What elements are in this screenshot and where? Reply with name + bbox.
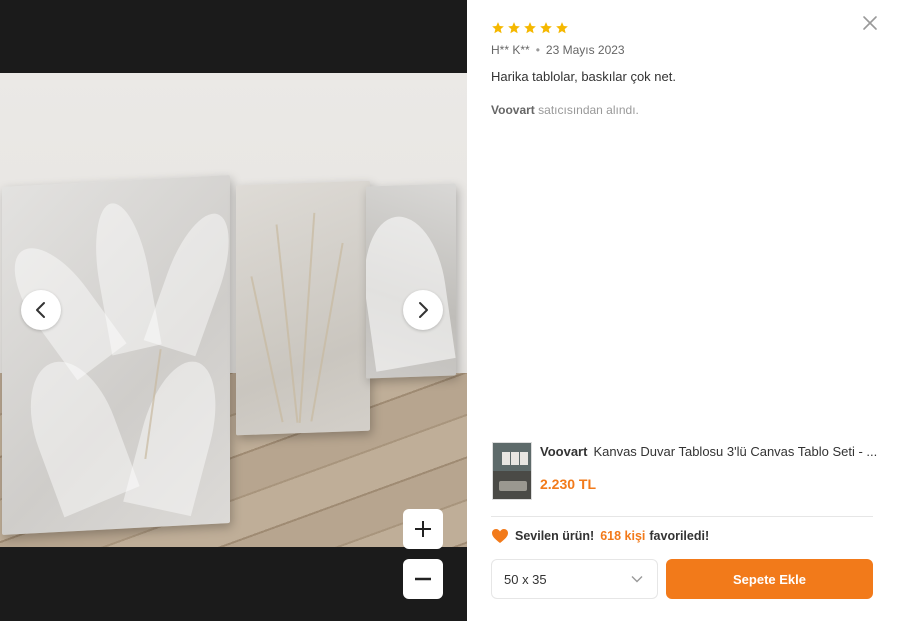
- plus-icon: [415, 521, 431, 537]
- next-image-button[interactable]: [403, 290, 443, 330]
- heart-icon: [492, 529, 508, 543]
- seller-info: Voovart satıcısından alındı.: [491, 103, 639, 117]
- favorite-suffix: favoriledi!: [649, 529, 710, 543]
- previous-image-button[interactable]: [21, 290, 61, 330]
- review-panel: H** K** • 23 Mayıs 2023 Harika tablolar, b…: [467, 0, 897, 621]
- product-thumbnail[interactable]: [492, 442, 532, 500]
- seller-suffix: satıcısından alındı.: [538, 103, 639, 117]
- product-price: 2.230 TL: [540, 476, 597, 492]
- divider: [491, 516, 873, 517]
- chevron-down-icon: [631, 576, 643, 583]
- product-brand: Voovart: [540, 444, 588, 459]
- review-photo: [0, 73, 467, 547]
- review-media-modal: H** K** • 23 Mayıs 2023 Harika tablolar, b…: [0, 0, 897, 621]
- add-to-cart-button[interactable]: Sepete Ekle: [666, 559, 873, 599]
- image-viewer: [0, 0, 467, 621]
- size-select-value: 50 x 35: [504, 571, 547, 587]
- favorite-count: 618 kişi: [600, 529, 646, 543]
- product-card[interactable]: Voovart Kanvas Duvar Tablosu 3'lü Canvas …: [491, 441, 879, 501]
- favorite-info: Sevilen ürün! 618 kişi favoriledi!: [491, 528, 709, 544]
- seller-name: Voovart: [491, 103, 535, 117]
- star-rating: [491, 21, 569, 35]
- zoom-in-button[interactable]: [403, 509, 443, 549]
- star-icon: [508, 22, 520, 34]
- review-comment: Harika tablolar, baskılar çok net.: [491, 69, 676, 84]
- chevron-left-icon: [36, 302, 45, 318]
- favorite-prefix: Sevilen ürün!: [515, 529, 595, 543]
- star-icon: [492, 22, 504, 34]
- star-icon: [524, 22, 536, 34]
- zoom-out-button[interactable]: [403, 559, 443, 599]
- review-meta: H** K** • 23 Mayıs 2023: [491, 43, 625, 57]
- star-icon: [540, 22, 552, 34]
- product-title[interactable]: Voovart Kanvas Duvar Tablosu 3'lü Canvas …: [540, 444, 880, 459]
- size-select[interactable]: 50 x 35: [491, 559, 658, 599]
- close-icon[interactable]: [861, 14, 879, 32]
- product-name: Kanvas Duvar Tablosu 3'lü Canvas Tablo S…: [593, 444, 878, 459]
- star-icon: [556, 22, 568, 34]
- review-date: 23 Mayıs 2023: [545, 43, 625, 57]
- chevron-right-icon: [419, 302, 428, 318]
- review-author: H** K**: [491, 43, 530, 57]
- minus-icon: [415, 577, 431, 581]
